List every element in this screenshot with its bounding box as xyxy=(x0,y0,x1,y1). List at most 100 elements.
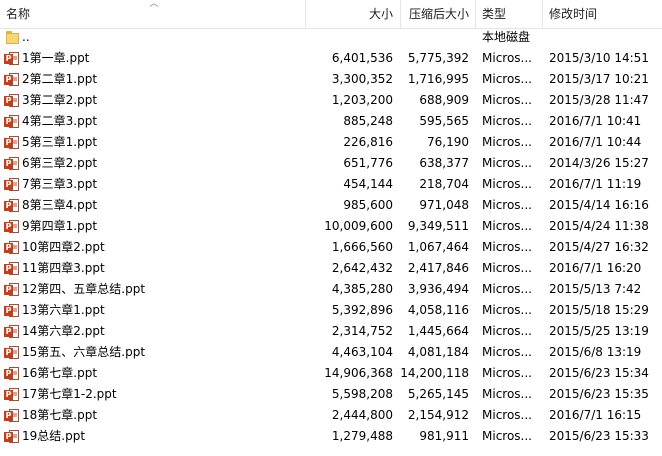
file-type: Micros... xyxy=(482,303,532,317)
file-name: 7第三章3.ppt xyxy=(22,177,98,191)
column-header-bar: 名称 ︿ 大小 压缩后大小 类型 修改时间 xyxy=(0,0,662,29)
file-type: Micros... xyxy=(482,114,532,128)
compressed-size: 5,265,145 xyxy=(407,387,469,401)
column-header-type[interactable]: 类型 xyxy=(482,0,506,28)
ppt-file-icon: P xyxy=(4,93,20,108)
ppt-file-icon: P xyxy=(4,282,20,297)
file-name: 17第七章1-2.ppt xyxy=(22,387,117,401)
file-name: 10第四章2.ppt xyxy=(22,240,105,254)
compressed-size: 3,936,494 xyxy=(407,282,469,296)
file-size: 10,009,600 xyxy=(324,219,393,233)
column-header-size-label: 大小 xyxy=(368,7,393,21)
modified-time: 2015/6/23 15:33 xyxy=(549,429,649,443)
file-list-view: 名称 ︿ 大小 压缩后大小 类型 修改时间 .. 本地磁盘 P 1第一章.ppt 6,4… xyxy=(0,0,662,456)
file-name: 13第六章1.ppt xyxy=(22,303,105,317)
file-type: Micros... xyxy=(482,72,532,86)
table-row[interactable]: P 16第七章.ppt 14,906,368 14,200,118 Micros... 2… xyxy=(0,363,662,384)
file-type: Micros... xyxy=(482,366,532,380)
ppt-file-icon: P xyxy=(4,156,20,171)
ppt-file-icon: P xyxy=(4,429,20,444)
file-name: 5第三章1.ppt xyxy=(22,135,98,149)
file-type: Micros... xyxy=(482,282,532,296)
file-rows: .. 本地磁盘 P 1第一章.ppt 6,401,536 5,775,392 Micros.… xyxy=(0,27,662,447)
table-row[interactable]: P 2第二章1.ppt 3,300,352 1,716,995 Micros... 201… xyxy=(0,69,662,90)
file-size: 1,666,560 xyxy=(331,240,393,254)
ppt-file-icon: P xyxy=(4,219,20,234)
file-size: 885,248 xyxy=(343,114,393,128)
table-row[interactable]: P 8第三章4.ppt 985,600 971,048 Micros... 2015/4/… xyxy=(0,195,662,216)
modified-time: 2015/5/18 15:29 xyxy=(549,303,649,317)
file-size: 1,279,488 xyxy=(331,429,393,443)
table-row[interactable]: P 15第五、六章总结.ppt 4,463,104 4,081,184 Micros..… xyxy=(0,342,662,363)
modified-time: 2015/3/10 14:51 xyxy=(549,51,649,65)
ppt-file-icon: P xyxy=(4,177,20,192)
compressed-size: 4,058,116 xyxy=(407,303,469,317)
table-row[interactable]: P 3第二章2.ppt 1,203,200 688,909 Micros... 2015/… xyxy=(0,90,662,111)
table-row[interactable]: P 19总结.ppt 1,279,488 981,911 Micros... 2015/6… xyxy=(0,426,662,447)
file-type: Micros... xyxy=(482,51,532,65)
file-type: Micros... xyxy=(482,219,532,233)
table-row[interactable]: P 13第六章1.ppt 5,392,896 4,058,116 Micros... 20… xyxy=(0,300,662,321)
file-type: Micros... xyxy=(482,240,532,254)
column-header-size[interactable]: 大小 xyxy=(306,0,393,28)
file-type: Micros... xyxy=(482,387,532,401)
column-divider[interactable] xyxy=(475,0,476,28)
modified-time xyxy=(549,27,662,48)
table-row[interactable]: P 18第七章.ppt 2,444,800 2,154,912 Micros... 201… xyxy=(0,405,662,426)
table-row[interactable]: P 5第三章1.ppt 226,816 76,190 Micros... 2016/7/1… xyxy=(0,132,662,153)
file-size: 2,642,432 xyxy=(331,261,393,275)
table-row[interactable]: P 6第三章2.ppt 651,776 638,377 Micros... 2014/3/… xyxy=(0,153,662,174)
table-row[interactable]: P 9第四章1.ppt 10,009,600 9,349,511 Micros... 20… xyxy=(0,216,662,237)
column-header-name[interactable]: 名称 xyxy=(6,0,30,28)
modified-time: 2015/6/23 15:34 xyxy=(549,366,649,380)
file-name: 18第七章.ppt xyxy=(22,408,98,422)
table-row[interactable]: P 4第二章3.ppt 885,248 595,565 Micros... 2016/7/… xyxy=(0,111,662,132)
file-name: 1第一章.ppt xyxy=(22,51,90,65)
file-name: 12第四、五章总结.ppt xyxy=(22,282,146,296)
table-row[interactable]: P 11第四章3.ppt 2,642,432 2,417,846 Micros... 20… xyxy=(0,258,662,279)
table-row[interactable]: P 14第六章2.ppt 2,314,752 1,445,664 Micros... 20… xyxy=(0,321,662,342)
file-name: .. xyxy=(22,30,30,44)
column-header-compressed-label: 压缩后大小 xyxy=(408,7,469,21)
table-row[interactable]: P 1第一章.ppt 6,401,536 5,775,392 Micros... 2015… xyxy=(0,48,662,69)
file-name: 4第二章3.ppt xyxy=(22,114,98,128)
column-header-compressed-size[interactable]: 压缩后大小 xyxy=(401,0,469,28)
ppt-file-icon: P xyxy=(4,303,20,318)
modified-time: 2015/6/8 13:19 xyxy=(549,345,642,359)
column-header-name-label: 名称 xyxy=(6,7,31,21)
ppt-file-icon: P xyxy=(4,408,20,423)
file-type: Micros... xyxy=(482,93,532,107)
file-size: 651,776 xyxy=(343,156,393,170)
table-row[interactable]: P 12第四、五章总结.ppt 4,385,280 3,936,494 Micros..… xyxy=(0,279,662,300)
ppt-file-icon: P xyxy=(4,387,20,402)
column-header-type-label: 类型 xyxy=(482,7,507,21)
compressed-size: 76,190 xyxy=(427,135,469,149)
file-type: Micros... xyxy=(482,177,532,191)
column-header-modified[interactable]: 修改时间 xyxy=(549,0,597,28)
table-row[interactable]: .. 本地磁盘 xyxy=(0,27,662,48)
file-type: Micros... xyxy=(482,324,532,338)
file-size: 6,401,536 xyxy=(331,51,393,65)
ppt-file-icon: P xyxy=(4,114,20,129)
file-name: 19总结.ppt xyxy=(22,429,86,443)
ppt-file-icon: P xyxy=(4,135,20,150)
table-row[interactable]: P 7第三章3.ppt 454,144 218,704 Micros... 2016/7/… xyxy=(0,174,662,195)
compressed-size: 2,154,912 xyxy=(407,408,469,422)
file-size: 4,463,104 xyxy=(331,345,393,359)
compressed-size: 688,909 xyxy=(419,93,469,107)
modified-time: 2014/3/26 15:27 xyxy=(549,156,649,170)
column-divider[interactable] xyxy=(542,0,543,28)
folder-icon xyxy=(4,30,20,45)
compressed-size: 218,704 xyxy=(419,177,469,191)
compressed-size: 5,775,392 xyxy=(407,51,469,65)
file-name: 2第二章1.ppt xyxy=(22,72,98,86)
file-type: Micros... xyxy=(482,345,532,359)
file-type: Micros... xyxy=(482,261,532,275)
table-row[interactable]: P 17第七章1-2.ppt 5,598,208 5,265,145 Micros...… xyxy=(0,384,662,405)
file-size: 4,385,280 xyxy=(331,282,393,296)
compressed-size: 595,565 xyxy=(419,114,469,128)
modified-time: 2016/7/1 10:41 xyxy=(549,114,642,128)
compressed-size: 2,417,846 xyxy=(407,261,469,275)
ppt-file-icon: P xyxy=(4,51,20,66)
table-row[interactable]: P 10第四章2.ppt 1,666,560 1,067,464 Micros... 20… xyxy=(0,237,662,258)
